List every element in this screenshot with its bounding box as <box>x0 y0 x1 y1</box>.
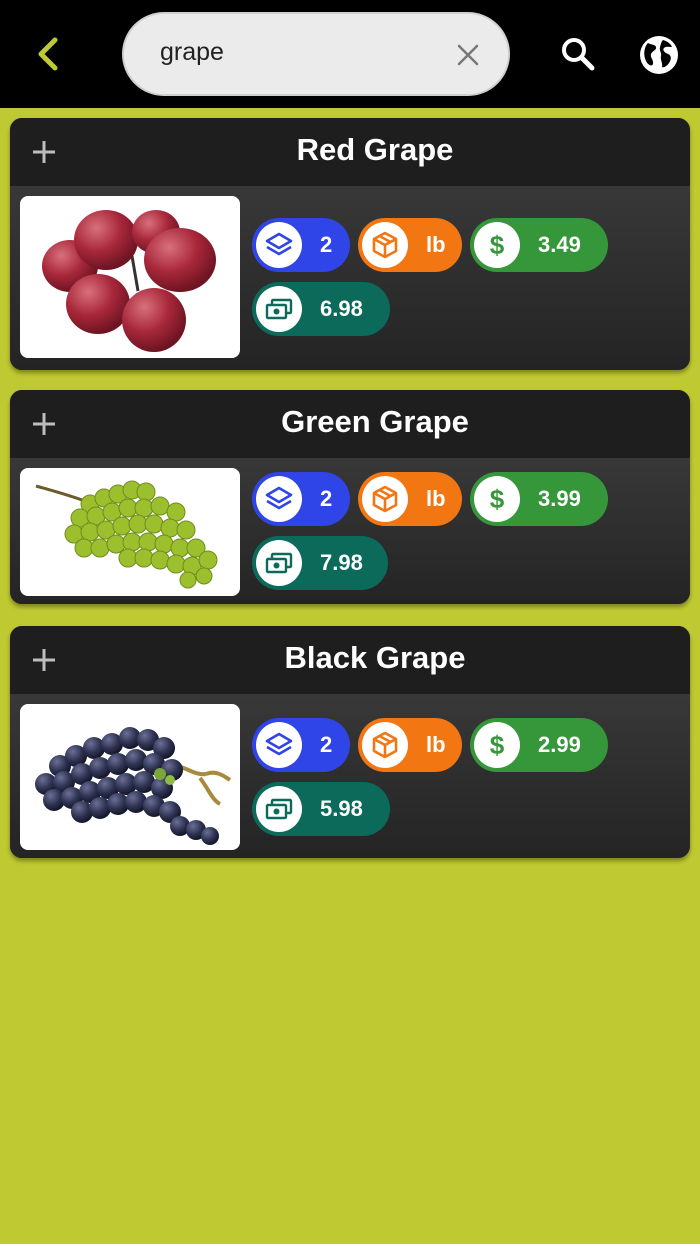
total-badge: 7.98 <box>252 536 388 590</box>
card-body: 2 lb $ 3.49 6.98 <box>10 186 690 370</box>
dollar-icon: $ <box>490 730 505 760</box>
layers-icon <box>265 732 293 756</box>
card-body: 2 lb $ 2.99 5.98 <box>10 694 690 858</box>
card-header: Black Grape <box>10 626 690 694</box>
unit-badge: lb <box>358 218 462 272</box>
card-title: Green Grape <box>281 404 469 439</box>
card-body: 2 lb $ 3.99 7.98 <box>10 458 690 604</box>
money-icon <box>265 298 293 320</box>
product-card-green-grape[interactable]: Green Grape 2 lb $ 3.99 7.98 <box>10 390 690 604</box>
quantity-badge: 2 <box>252 218 350 272</box>
layers-icon <box>265 486 293 510</box>
chevron-left-icon <box>38 37 58 71</box>
dollar-icon: $ <box>490 230 505 260</box>
search-icon[interactable] <box>560 36 596 72</box>
close-icon[interactable] <box>454 41 482 69</box>
card-header: Green Grape <box>10 390 690 458</box>
svg-text:$: $ <box>490 230 505 260</box>
back-button[interactable] <box>28 30 68 78</box>
price-badge: $ 2.99 <box>470 718 608 772</box>
product-image <box>20 468 240 596</box>
box-icon <box>372 485 398 513</box>
product-image <box>20 196 240 358</box>
product-image <box>20 704 240 850</box>
svg-text:$: $ <box>490 730 505 760</box>
unit-badge: lb <box>358 472 462 526</box>
dollar-icon: $ <box>490 484 505 514</box>
price-badge: $ 3.99 <box>470 472 608 526</box>
money-icon <box>265 798 293 820</box>
total-badge: 6.98 <box>252 282 390 336</box>
card-title: Black Grape <box>284 640 466 675</box>
box-icon <box>372 731 398 759</box>
card-header: Red Grape <box>10 118 690 186</box>
globe-icon[interactable] <box>638 34 680 76</box>
box-icon <box>372 231 398 259</box>
unit-badge: lb <box>358 718 462 772</box>
quantity-badge: 2 <box>252 718 350 772</box>
search-input[interactable]: grape <box>160 38 224 67</box>
search-field[interactable]: grape <box>122 12 510 96</box>
card-title: Red Grape <box>296 132 454 167</box>
svg-text:$: $ <box>490 484 505 514</box>
product-card-red-grape[interactable]: Red Grape 2 lb $ 3.49 6.98 <box>10 118 690 370</box>
total-badge: 5.98 <box>252 782 390 836</box>
money-icon <box>265 552 293 574</box>
top-bar: grape <box>0 0 700 108</box>
product-card-black-grape[interactable]: Black Grape 2 lb $ 2.99 5.98 <box>10 626 690 858</box>
price-badge: $ 3.49 <box>470 218 608 272</box>
layers-icon <box>265 232 293 256</box>
quantity-badge: 2 <box>252 472 350 526</box>
